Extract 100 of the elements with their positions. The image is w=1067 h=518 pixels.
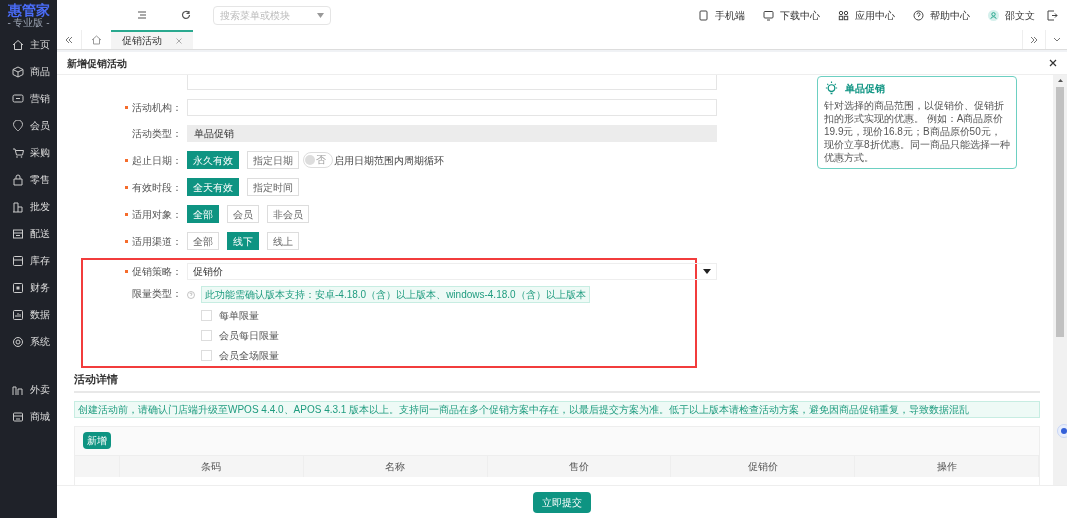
required-mark [125,212,128,216]
option-button[interactable]: 非会员 [267,205,309,223]
option-button[interactable]: 会员 [227,205,259,223]
screen-icon [12,92,24,105]
lightbulb-icon [824,81,839,96]
help-icon [913,9,924,21]
tip-title: 单品促销 [845,82,885,96]
checkbox[interactable] [201,310,212,321]
option-button[interactable]: 全部 [187,232,219,250]
sidebar-item[interactable]: 会员 [0,112,57,139]
home-icon[interactable] [91,34,102,45]
sidebar-item[interactable]: 零售 [0,166,57,193]
checkbox[interactable] [201,350,212,361]
modal-title: 新增促销活动 [67,56,127,71]
logo-text: 惠管家 [7,2,50,17]
version-notice: 此功能需确认版本支持：安卓-4.18.0（含）以上版本、windows-4.18.0（含）以上版本 [201,286,590,303]
tip-text: 针对选择的商品范围，以促销价、促销折扣的形式实现的优惠。 例如：A商品原价19.9元，现价16.8元；B商品原价50元，现价立享8折优惠。同一商品只能选择一种优惠方式。 [824,99,1010,164]
field-label: 活动机构： [132,101,182,115]
required-mark [125,106,128,109]
settings-icon [12,335,24,348]
chart-icon [12,308,24,321]
header-link[interactable]: 应用中心 [838,7,895,23]
close-tab-icon[interactable] [176,37,182,44]
header-link[interactable]: 帮助中心 [913,7,970,23]
storefront-icon [12,227,24,240]
home-icon [12,38,24,51]
checkbox-label: 每单限量 [219,309,259,323]
scrollbar[interactable] [1053,75,1067,485]
map-pin-icon [12,119,24,132]
bike-icon [12,383,24,396]
monitor-icon [763,9,774,21]
field-label: 适用对象： [132,207,182,222]
caret-icon [317,12,324,18]
caret-icon [703,269,711,274]
field-label: 活动类型： [132,127,182,141]
option-button[interactable]: 线下 [227,232,259,250]
chevron-down-icon[interactable] [1052,37,1061,42]
text-input[interactable] [187,75,717,90]
header-link[interactable]: 手机端 [698,7,745,23]
column-header: 条码 [120,455,304,477]
collapse-left-icon[interactable] [65,35,73,44]
sidebar-item[interactable]: 系统 [0,328,57,355]
select-field[interactable]: 促销价 [187,263,717,280]
option-button[interactable]: 全部 [187,205,219,223]
required-mark [125,239,128,243]
sidebar-item[interactable]: 数据 [0,301,57,328]
sidebar-item[interactable]: 采购 [0,139,57,166]
field-label: 起止日期： [132,153,182,168]
option-button[interactable]: 线上 [267,232,299,250]
sidebar-item[interactable]: 库存 [0,247,57,274]
menu-icon[interactable] [137,10,147,20]
notice-banner: 创建活动前，请确认门店端升级至WPOS 4.4.0、APOS 4.3.1 版本以上。支持同一商品在多个促销方案中存在，以最后提交方案为准。低于以上版本请检查活动方案，避免因商品促销重复，导致数据混乱 [74,400,1040,418]
scroll-up-icon[interactable] [1057,79,1063,82]
expand-right-icon[interactable] [1030,35,1038,44]
box-icon [12,254,24,267]
section-title: 活动详情 [74,371,1040,393]
building-icon [12,200,24,213]
readonly-field: 单品促销 [187,125,717,142]
option-button[interactable]: 指定时间 [247,178,299,196]
page-tab[interactable]: 促销活动 [111,30,193,49]
shop-icon [12,410,24,423]
option-button[interactable]: 全天有效 [187,178,239,196]
checkbox-label: 会员全场限量 [219,349,279,363]
header-link[interactable]: 下载中心 [763,7,820,23]
sidebar-item[interactable]: 营销 [0,85,57,112]
user-avatar-icon [988,9,999,21]
phone-icon [698,9,709,21]
cart-icon [12,146,24,159]
sidebar-item[interactable]: 批发 [0,193,57,220]
column-header: 售价 [487,455,672,477]
required-mark [125,270,128,273]
field-label: 有效时段： [132,180,182,195]
column-header: 操作 [855,455,1039,477]
bag-icon [12,173,24,186]
option-button[interactable]: 指定日期 [247,151,299,169]
required-mark [125,185,128,189]
floating-help-icon[interactable] [1057,424,1067,438]
header-link[interactable]: 邵文文 [988,7,1035,23]
option-button[interactable]: 永久有效 [187,151,239,169]
apps-icon [838,9,849,21]
close-icon[interactable] [1049,59,1057,67]
sidebar-item[interactable]: 财务 [0,274,57,301]
sidebar-item[interactable]: 外卖 [0,376,57,403]
text-input[interactable] [187,99,717,116]
field-label: 限量类型： [132,286,182,301]
checkbox[interactable] [201,330,212,341]
sidebar-item[interactable]: 商品 [0,58,57,85]
field-label: 适用渠道： [132,234,182,249]
refresh-icon[interactable] [181,10,191,20]
logout-icon[interactable] [1047,9,1058,21]
edition-label: - 专业版 - [7,17,50,28]
sidebar-item[interactable]: 配送 [0,220,57,247]
submit-button[interactable]: 立即提交 [533,491,591,513]
help-icon[interactable] [187,290,195,299]
add-button[interactable]: 新增 [83,432,111,449]
sidebar-item[interactable]: 商城 [0,403,57,430]
cube-icon [12,65,24,78]
required-mark [125,158,128,162]
sidebar-item[interactable]: 主页 [0,31,57,58]
checkbox-label: 会员每日限量 [219,329,279,343]
